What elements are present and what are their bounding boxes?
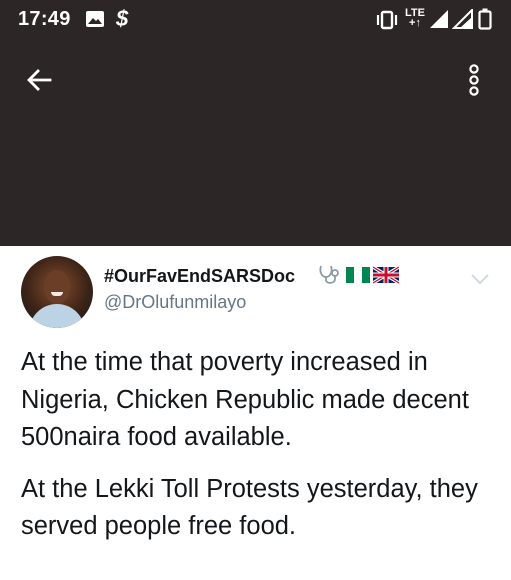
signal-icon <box>451 7 474 34</box>
tweet-card[interactable]: #OurFavEndSARSDoc @DrOlufunmilayo At the… <box>0 246 511 580</box>
nigeria-flag-icon <box>346 266 370 289</box>
chevron-down-icon[interactable] <box>470 272 490 290</box>
dollar-icon: $ <box>116 6 129 31</box>
more-vertical-icon[interactable] <box>466 64 482 101</box>
avatar[interactable] <box>21 256 93 328</box>
battery-icon <box>478 8 492 35</box>
app-header: 17:49 $ LTE +↑ <box>0 0 511 246</box>
avatar-coat <box>29 304 85 328</box>
lte-icon: LTE +↑ <box>405 7 425 29</box>
tweet-paragraph: At the Lekki Toll Protests yesterday, th… <box>21 474 478 541</box>
avatar-face <box>44 270 70 304</box>
network-type: LTE <box>405 7 425 19</box>
gallery-icon <box>85 10 105 33</box>
status-bar: 17:49 $ LTE +↑ <box>0 0 511 40</box>
signal-icon <box>428 9 450 34</box>
name-badges <box>317 264 400 291</box>
user-handle[interactable]: @DrOlufunmilayo <box>104 292 246 313</box>
status-time: 17:49 <box>18 8 71 30</box>
uk-flag-icon <box>372 265 400 289</box>
vibrate-icon <box>375 10 399 35</box>
display-name[interactable]: #OurFavEndSARSDoc <box>104 266 295 287</box>
tweet-text: At the time that poverty increased in Ni… <box>21 344 491 560</box>
arrow-left-icon[interactable] <box>26 68 52 97</box>
stethoscope-icon <box>317 264 343 291</box>
tweet-paragraph: At the time that poverty increased in Ni… <box>21 348 469 451</box>
